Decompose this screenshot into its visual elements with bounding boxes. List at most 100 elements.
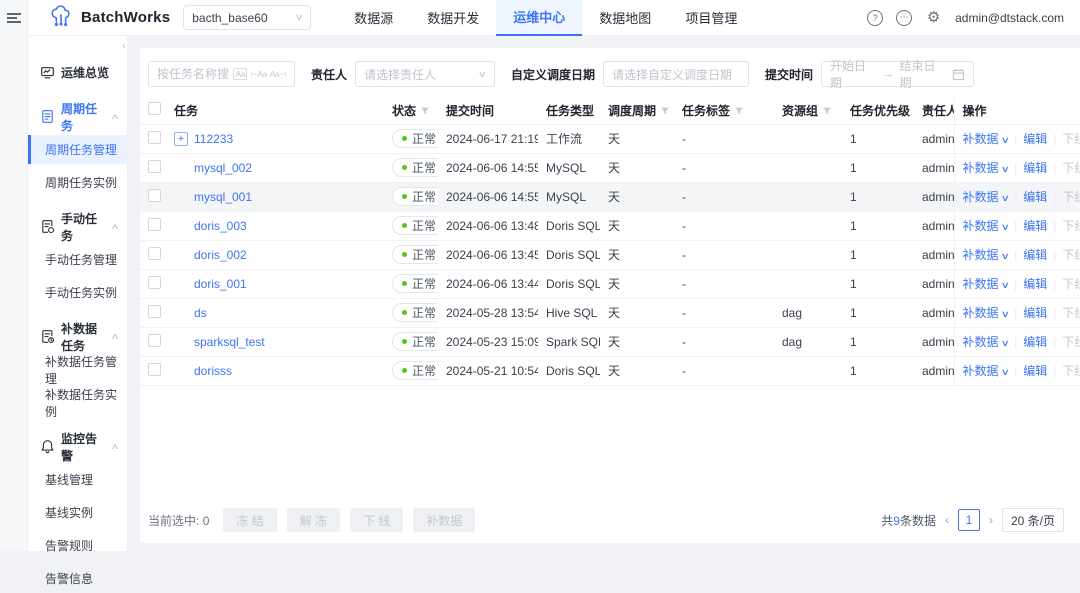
- offline-action[interactable]: 下线: [1062, 161, 1080, 175]
- sidebar-item[interactable]: 运维总览: [28, 58, 127, 87]
- task-name-link[interactable]: ds: [194, 306, 207, 320]
- filter-funnel-icon[interactable]: [822, 105, 832, 119]
- nav-item[interactable]: 运维中心: [496, 0, 582, 36]
- task-name-link[interactable]: mysql_001: [194, 190, 252, 204]
- nav-item[interactable]: 数据开发: [410, 0, 496, 36]
- task-name-link[interactable]: sparksql_test: [194, 335, 265, 349]
- supplement-data-action[interactable]: 补数据∨: [963, 306, 1009, 320]
- row-checkbox[interactable]: [148, 160, 161, 173]
- task-tag-cell: -: [674, 298, 774, 327]
- match-case-icon[interactable]: Aa: [233, 68, 247, 80]
- next-page-icon[interactable]: ›: [989, 513, 993, 527]
- edit-action[interactable]: 编辑: [1023, 132, 1047, 146]
- edit-action[interactable]: 编辑: [1023, 277, 1047, 291]
- filter-funnel-icon[interactable]: [734, 105, 744, 119]
- sidebar-group[interactable]: 补数据任务∧: [28, 322, 127, 351]
- sidebar-item[interactable]: 手动任务实例: [28, 278, 127, 307]
- match-suffix-icon[interactable]: Aa⊣: [270, 69, 286, 80]
- supplement-data-action[interactable]: 补数据∨: [963, 190, 1009, 204]
- gear-icon[interactable]: ⚙: [925, 9, 942, 26]
- batch-action-button[interactable]: 解 冻: [287, 508, 340, 532]
- project-select[interactable]: bacth_base60 ∨: [183, 5, 311, 30]
- custom-date-input[interactable]: 请选择自定义调度日期: [603, 61, 749, 87]
- select-all-checkbox[interactable]: [148, 102, 161, 115]
- offline-action[interactable]: 下线: [1062, 306, 1080, 320]
- task-name-link[interactable]: 112233: [194, 132, 233, 146]
- row-checkbox[interactable]: [148, 189, 161, 202]
- nav-item[interactable]: 项目管理: [668, 0, 754, 36]
- supplement-data-action[interactable]: 补数据∨: [963, 132, 1009, 146]
- user-email[interactable]: admin@dtstack.com: [955, 11, 1064, 25]
- offline-action[interactable]: 下线: [1062, 277, 1080, 291]
- row-checkbox[interactable]: [148, 131, 161, 144]
- offline-action[interactable]: 下线: [1062, 335, 1080, 349]
- supplement-data-action[interactable]: 补数据∨: [963, 219, 1009, 233]
- sidebar-collapse-icon[interactable]: ‹: [122, 40, 126, 52]
- batch-action-button[interactable]: 下 线: [350, 508, 403, 532]
- batch-action-button[interactable]: 补数据: [413, 508, 475, 532]
- sidebar-item[interactable]: 手动任务管理: [28, 245, 127, 274]
- sidebar-item[interactable]: 告警规则: [28, 531, 127, 560]
- table-row: ds 正常 2024-05-28 13:54:25 Hive SQL 天 - d…: [140, 298, 1080, 327]
- sidebar-item[interactable]: 基线实例: [28, 498, 127, 527]
- offline-action[interactable]: 下线: [1062, 219, 1080, 233]
- row-checkbox[interactable]: [148, 305, 161, 318]
- task-search-input[interactable]: [157, 67, 230, 81]
- supplement-data-action[interactable]: 补数据∨: [963, 364, 1009, 378]
- task-name-link[interactable]: doris_002: [194, 248, 247, 262]
- match-prefix-icon[interactable]: ⊢Aa: [250, 69, 266, 80]
- sidebar-group[interactable]: 手动任务∧: [28, 212, 127, 241]
- offline-action[interactable]: 下线: [1062, 364, 1080, 378]
- edit-action[interactable]: 编辑: [1023, 248, 1047, 262]
- nav-item[interactable]: 数据源: [337, 0, 410, 36]
- offline-action[interactable]: 下线: [1062, 132, 1080, 146]
- edit-action[interactable]: 编辑: [1023, 335, 1047, 349]
- task-name-link[interactable]: doris_003: [194, 219, 247, 233]
- task-type-cell: Doris SQL: [538, 211, 600, 240]
- sidebar-group[interactable]: 监控告警∧: [28, 432, 127, 461]
- row-checkbox[interactable]: [148, 363, 161, 376]
- sidebar-item[interactable]: 告警信息: [28, 564, 127, 593]
- filter-funnel-icon[interactable]: [420, 105, 430, 119]
- current-page-button[interactable]: 1: [958, 509, 980, 531]
- page-size-select[interactable]: 20 条/页: [1002, 508, 1064, 532]
- sidebar-item[interactable]: 补数据任务管理: [28, 355, 127, 384]
- sidebar-item[interactable]: 补数据任务实例: [28, 388, 127, 417]
- supplement-data-action[interactable]: 补数据∨: [963, 161, 1009, 175]
- edit-action[interactable]: 编辑: [1023, 190, 1047, 204]
- row-checkbox[interactable]: [148, 334, 161, 347]
- row-checkbox[interactable]: [148, 247, 161, 260]
- supplement-data-action[interactable]: 补数据∨: [963, 277, 1009, 291]
- owner-cell: admin: [914, 153, 954, 182]
- edit-action[interactable]: 编辑: [1023, 219, 1047, 233]
- row-checkbox[interactable]: [148, 218, 161, 231]
- edit-action[interactable]: 编辑: [1023, 161, 1047, 175]
- supplement-data-action[interactable]: 补数据∨: [963, 335, 1009, 349]
- nav-item[interactable]: 数据地图: [582, 0, 668, 36]
- owner-select[interactable]: 请选择责任人 ∨: [355, 61, 495, 87]
- help-icon[interactable]: ?: [867, 10, 883, 26]
- expand-row-icon[interactable]: +: [174, 132, 188, 146]
- offline-action[interactable]: 下线: [1062, 248, 1080, 262]
- batch-action-button[interactable]: 冻 结: [223, 508, 276, 532]
- submit-time-range-picker[interactable]: 开始日期 → 结束日期: [821, 61, 974, 87]
- row-checkbox[interactable]: [148, 276, 161, 289]
- edit-action[interactable]: 编辑: [1023, 306, 1047, 320]
- task-type-cell: Doris SQL: [538, 269, 600, 298]
- task-name-link[interactable]: doris_001: [194, 277, 247, 291]
- sidebar-item[interactable]: 周期任务管理: [28, 135, 127, 164]
- supplement-data-action[interactable]: 补数据∨: [963, 248, 1009, 262]
- task-name-link[interactable]: mysql_002: [194, 161, 252, 175]
- filter-funnel-icon[interactable]: [598, 105, 600, 119]
- offline-action[interactable]: 下线: [1062, 190, 1080, 204]
- edit-action[interactable]: 编辑: [1023, 364, 1047, 378]
- hamburger-menu-icon[interactable]: [7, 13, 21, 23]
- table-row: sparksql_test 正常 2024-05-23 15:09:16 Spa…: [140, 327, 1080, 356]
- prev-page-icon[interactable]: ‹: [945, 513, 949, 527]
- task-name-link[interactable]: dorisss: [194, 364, 232, 378]
- filter-funnel-icon[interactable]: [660, 105, 670, 119]
- sidebar-item[interactable]: 基线管理: [28, 465, 127, 494]
- sidebar-item[interactable]: 周期任务实例: [28, 168, 127, 197]
- message-icon[interactable]: ⋯: [896, 10, 912, 26]
- sidebar-group[interactable]: 周期任务∧: [28, 102, 127, 131]
